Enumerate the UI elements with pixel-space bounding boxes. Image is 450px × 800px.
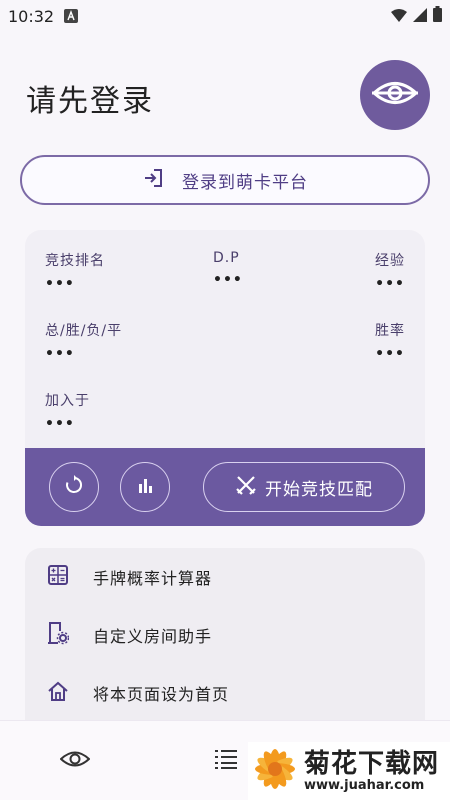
stat-winrate-label: 胜率 [375,323,405,339]
statistics-button[interactable] [120,462,170,512]
start-match-button[interactable]: 开始竞技匹配 [203,462,405,512]
stat-dp-label: D.P [213,250,240,266]
profile-eye-button[interactable] [360,60,430,130]
signal-icon [413,7,427,26]
tools-card: 手牌概率计算器 自定义房间助手 将本页面设为首页 [25,548,425,748]
stat-exp-value: ••• [375,276,405,292]
page-title: 请先登录 [26,84,154,119]
wifi-icon [391,7,407,26]
status-right [391,6,442,26]
a-letter-icon [64,9,79,23]
login-label: 登录到萌卡平台 [182,172,308,193]
stat-joined: 加入于 ••• [45,390,90,432]
home-icon [47,680,69,706]
status-left: 10:32 [8,6,79,26]
start-match-label: 开始竞技匹配 [265,479,373,500]
stat-exp-label: 经验 [375,253,405,269]
stat-joined-label: 加入于 [45,393,90,409]
status-bar: 10:32 [0,0,450,32]
tool-item-set-homepage[interactable]: 将本页面设为首页 [25,664,425,722]
stat-dp: D.P ••• [213,250,243,288]
stat-record: 总/胜/负/平 ••• [45,320,122,362]
stat-rank-label: 竞技排名 [45,253,105,269]
stat-record-label: 总/胜/负/平 [45,323,123,339]
stat-winrate: 胜率 ••• [375,320,405,362]
status-time: 10:32 [8,6,55,26]
watermark-text: 菊花下载网 www.juahar.com [304,750,439,793]
battery-icon [433,6,442,26]
eye-icon [59,749,91,773]
stat-rank-value: ••• [45,276,75,292]
chrysanthemum-logo-icon [252,743,298,799]
stats-card: 竞技排名 ••• D.P ••• 经验 ••• 总/胜/负/平 ••• 胜率 •… [25,230,425,526]
list-icon [213,748,239,774]
tool-item-probability-calculator[interactable]: 手牌概率计算器 [25,548,425,606]
nav-eye-button[interactable] [57,743,93,779]
refresh-icon [63,474,85,500]
crossed-swords-icon [235,474,257,500]
room-settings-icon [47,621,70,649]
nav-list-button[interactable] [208,743,244,779]
bar-chart-icon [135,475,155,499]
refresh-button[interactable] [49,462,99,512]
stat-rank: 竞技排名 ••• [45,250,105,292]
stat-exp: 经验 ••• [375,250,405,292]
calculator-icon [47,564,69,590]
watermark-url: www.juahar.com [304,777,425,793]
stats-action-bar: 开始竞技匹配 [25,448,425,526]
watermark-title: 菊花下载网 [304,748,440,779]
login-icon [142,167,164,193]
stat-joined-value: ••• [45,416,75,432]
tool-label: 自定义房间助手 [93,627,213,646]
stat-dp-value: ••• [213,272,243,288]
watermark: 菊花下载网 www.juahar.com [248,742,450,800]
tool-label: 将本页面设为首页 [93,685,230,704]
stat-winrate-value: ••• [375,346,405,362]
tool-label: 手牌概率计算器 [93,569,213,588]
login-button[interactable]: 登录到萌卡平台 [20,155,430,205]
stat-record-value: ••• [45,346,75,362]
eye-icon [371,78,419,112]
tool-item-custom-room[interactable]: 自定义房间助手 [25,606,425,664]
